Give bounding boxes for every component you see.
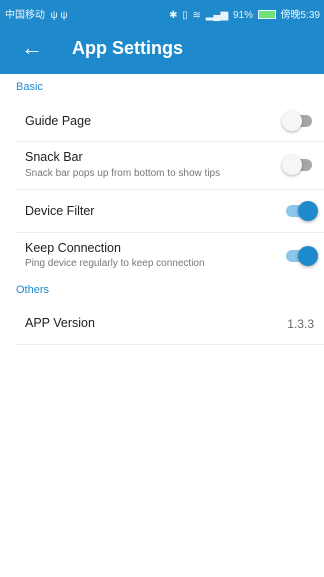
wifi-icon: ≋ <box>192 10 201 21</box>
divider <box>16 344 324 345</box>
usb-icon: ψ ψ <box>47 10 68 21</box>
bluetooth-icon: ✱ <box>169 10 178 21</box>
setting-row-keep-connection[interactable]: Keep Connection Ping device regularly to… <box>25 233 324 278</box>
status-bar: 中国移动 ψ ψ ✱ ▯ ≋ ▂▄▆ 91% 傍晚5:39 <box>0 0 324 24</box>
guide-page-label: Guide Page <box>25 114 92 128</box>
vibrate-icon: ▯ <box>182 10 188 21</box>
device-filter-label: Device Filter <box>25 204 95 218</box>
keep-connection-description: Ping device regularly to keep connection <box>25 258 205 269</box>
guide-page-toggle[interactable] <box>282 111 312 131</box>
toggle-thumb <box>298 201 318 221</box>
toggle-thumb <box>282 111 302 131</box>
settings-screen: 中国移动 ψ ψ ✱ ▯ ≋ ▂▄▆ 91% 傍晚5:39 ← App Sett… <box>0 0 324 577</box>
toggle-thumb <box>298 246 318 266</box>
carrier-label: 中国移动 <box>5 10 45 21</box>
setting-row-device-filter[interactable]: Device Filter <box>25 190 324 231</box>
setting-row-app-version[interactable]: APP Version 1.3.3 <box>25 302 324 344</box>
keep-connection-toggle[interactable] <box>286 246 318 266</box>
snack-bar-label: Snack Bar <box>25 150 83 164</box>
setting-row-snack-bar[interactable]: Snack Bar Snack bar pops up from bottom … <box>25 142 324 188</box>
signal-icon: ▂▄▆ <box>205 10 229 21</box>
app-bar: ← App Settings <box>0 24 324 74</box>
back-arrow-icon[interactable]: ← <box>21 35 43 61</box>
clock: 傍晚5:39 <box>280 10 320 21</box>
status-right: ✱ ▯ ≋ ▂▄▆ 91% 傍晚5:39 <box>167 6 320 21</box>
section-header-basic: Basic <box>16 81 43 93</box>
status-left: 中国移动 ψ ψ <box>5 6 68 21</box>
snack-bar-description: Snack bar pops up from bottom to show ti… <box>25 168 221 179</box>
app-version-label: APP Version <box>25 316 95 330</box>
app-version-value: 1.3.3 <box>287 317 314 331</box>
device-filter-toggle[interactable] <box>286 201 318 221</box>
section-header-others: Others <box>16 284 50 296</box>
battery-icon <box>257 10 276 19</box>
setting-row-guide-page[interactable]: Guide Page <box>25 100 324 140</box>
battery-percent: 91% <box>232 10 253 21</box>
keep-connection-label: Keep Connection <box>25 241 121 255</box>
snack-bar-toggle[interactable] <box>282 155 312 175</box>
toggle-thumb <box>282 155 302 175</box>
page-title: App Settings <box>72 38 183 58</box>
